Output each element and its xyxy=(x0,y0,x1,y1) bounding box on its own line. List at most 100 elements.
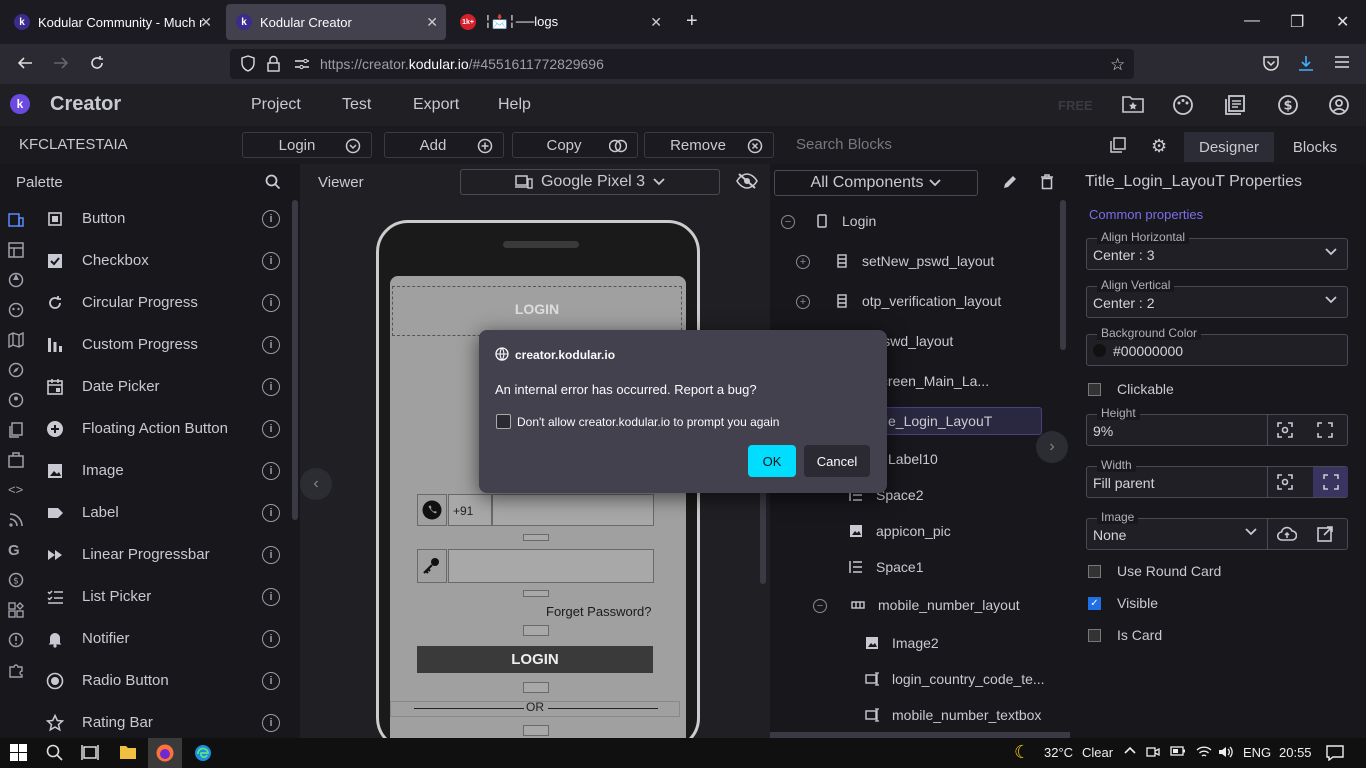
rss-category-icon[interactable] xyxy=(8,512,24,528)
starred-folder-icon[interactable] xyxy=(1122,94,1144,114)
tab-logs[interactable]: 1k+ ╎📩╎──logs ✕ xyxy=(450,4,670,40)
tree-node-login-country-code-textbox[interactable]: login_country_code_te... xyxy=(864,665,1045,693)
back-icon[interactable] xyxy=(16,54,34,72)
menu-export[interactable]: Export xyxy=(413,96,459,114)
menu-project[interactable]: Project xyxy=(251,96,301,114)
gear-icon[interactable]: ⚙ xyxy=(1151,136,1167,157)
info-icon[interactable]: i xyxy=(262,420,280,438)
tab-kodular-creator[interactable]: k Kodular Creator ✕ xyxy=(226,4,446,40)
hidden-components-eye-icon[interactable] xyxy=(736,172,758,190)
close-tab-icon[interactable]: ✕ xyxy=(200,14,212,31)
drawing-category-icon[interactable] xyxy=(8,302,24,318)
gallery-icon[interactable] xyxy=(1110,137,1126,153)
info-icon[interactable]: i xyxy=(262,210,280,228)
info-icon[interactable]: i xyxy=(262,672,280,690)
info-icon[interactable]: i xyxy=(262,504,280,522)
maps-category-icon[interactable] xyxy=(8,332,24,348)
tree-node-label10[interactable]: Label10 xyxy=(888,445,938,473)
open-external-icon[interactable] xyxy=(1317,526,1333,542)
palette-scrollbar[interactable] xyxy=(292,200,298,520)
add-screen-button[interactable]: Add xyxy=(384,132,504,158)
checkbox-box-checked[interactable]: ✓ xyxy=(1088,596,1101,610)
connectivity-category-icon[interactable] xyxy=(8,452,24,468)
color-swatch[interactable] xyxy=(1093,344,1106,357)
align-horizontal-select[interactable]: Align Horizontal Center : 3 xyxy=(1086,230,1348,270)
tree-node-title-login-layout[interactable]: tle_Login_LayouT xyxy=(866,407,1042,435)
palette-theme-icon[interactable] xyxy=(1172,94,1194,116)
expand-icon[interactable]: + xyxy=(796,255,810,269)
palette-item-label[interactable]: Label i xyxy=(32,492,292,534)
title-login-layout[interactable]: LOGIN xyxy=(392,286,682,336)
menu-help[interactable]: Help xyxy=(498,96,531,114)
background-color-field[interactable]: Background Color #00000000 xyxy=(1086,326,1348,366)
address-bar[interactable]: https://creator.kodular.io/#455161177282… xyxy=(230,49,1134,79)
weather-state[interactable]: Clear xyxy=(1082,745,1113,760)
checkbox-box[interactable] xyxy=(1088,382,1101,396)
account-icon[interactable] xyxy=(1328,94,1350,116)
blocks-button[interactable]: Blocks xyxy=(1280,132,1350,162)
ok-button[interactable]: OK xyxy=(748,445,796,477)
info-icon[interactable]: i xyxy=(262,546,280,564)
lock-icon[interactable] xyxy=(266,55,282,73)
palette-item-floating-action-button[interactable]: Floating Action Button i xyxy=(32,408,292,450)
input-language[interactable]: ENG xyxy=(1243,745,1271,760)
dynamic-components-category-icon[interactable] xyxy=(8,602,24,618)
weather-temp[interactable]: 32°C xyxy=(1044,745,1073,760)
forward-icon[interactable] xyxy=(52,54,70,72)
mobile-number-textbox[interactable] xyxy=(492,494,654,526)
image-select[interactable]: Image None xyxy=(1086,510,1348,550)
tree-node-mobile-number-layout[interactable]: mobile_number_layout xyxy=(850,591,1020,619)
collapse-icon[interactable]: − xyxy=(813,599,827,613)
copy-screen-button[interactable]: Copy xyxy=(512,132,638,158)
edge-taskbar-icon[interactable] xyxy=(194,744,212,762)
palette-item-radio-button[interactable]: Radio Button i xyxy=(32,660,292,702)
designer-button[interactable]: Designer xyxy=(1184,132,1274,162)
minimize-icon[interactable]: — xyxy=(1244,12,1260,30)
social-category-icon[interactable] xyxy=(8,392,24,408)
checkbox-box[interactable] xyxy=(1088,564,1101,578)
palette-item-image[interactable]: Image i xyxy=(32,450,292,492)
info-icon[interactable]: i xyxy=(262,294,280,312)
tree-node-setnew-pswd-layout[interactable]: setNew_pswd_layout xyxy=(834,247,994,275)
media-category-icon[interactable] xyxy=(8,272,24,288)
battery-icon[interactable] xyxy=(1170,745,1186,757)
info-icon[interactable]: i xyxy=(262,630,280,648)
layout-category-icon[interactable] xyxy=(8,242,24,258)
menu-test[interactable]: Test xyxy=(342,96,371,114)
sensors-category-icon[interactable] xyxy=(8,362,24,378)
experimental-category-icon[interactable] xyxy=(8,632,24,648)
close-tab-icon[interactable]: ✕ xyxy=(650,14,662,31)
checkbox-box[interactable] xyxy=(1088,628,1101,642)
tree-node-mobile-number-textbox[interactable]: mobile_number_textbox xyxy=(864,701,1041,729)
automatic-size-icon[interactable] xyxy=(1277,422,1293,438)
close-tab-icon[interactable]: ✕ xyxy=(426,14,438,31)
dont-allow-label[interactable]: Don't allow creator.kodular.io to prompt… xyxy=(517,415,779,429)
firefox-taskbar-icon[interactable] xyxy=(148,738,182,768)
new-tab-icon[interactable]: + xyxy=(686,10,698,33)
chevron-up-icon[interactable] xyxy=(1124,745,1136,755)
screen-selector[interactable]: Login xyxy=(242,132,372,158)
info-icon[interactable]: i xyxy=(262,378,280,396)
storage-category-icon[interactable] xyxy=(8,422,24,438)
remove-screen-button[interactable]: Remove xyxy=(644,132,774,158)
info-icon[interactable]: i xyxy=(262,336,280,354)
tree-node-login[interactable]: Login xyxy=(814,207,876,235)
file-explorer-icon[interactable] xyxy=(119,744,137,760)
upload-cloud-icon[interactable] xyxy=(1277,526,1297,542)
bookmark-star-icon[interactable]: ☆ xyxy=(1110,55,1125,75)
info-icon[interactable]: i xyxy=(262,588,280,606)
reload-icon[interactable] xyxy=(88,54,106,72)
code-category-icon[interactable]: <> xyxy=(8,482,24,498)
clock-time[interactable]: 20:55 xyxy=(1279,745,1312,760)
wifi-icon[interactable] xyxy=(1196,745,1212,759)
user-interface-category-icon[interactable] xyxy=(8,212,24,228)
tree-node-space1[interactable]: Space1 xyxy=(848,553,923,581)
dollar-icon[interactable]: $ xyxy=(1277,94,1299,116)
palette-item-list-picker[interactable]: List Picker i xyxy=(32,576,292,618)
search-icon[interactable] xyxy=(265,174,281,190)
palette-item-button[interactable]: Button i xyxy=(32,198,292,240)
tab-kodular-community[interactable]: k Kodular Community - Much m ✕ xyxy=(4,4,220,40)
palette-item-date-picker[interactable]: Date Picker i xyxy=(32,366,292,408)
info-icon[interactable]: i xyxy=(262,462,280,480)
forget-password-link[interactable]: Forget Password? xyxy=(546,604,652,619)
